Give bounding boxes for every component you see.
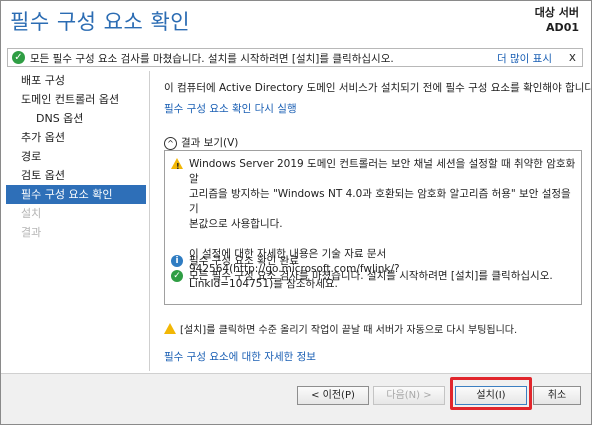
divider [149, 71, 150, 371]
result-line: 모든 필수 구성 요소 검사를 마쳤습니다. 설치를 시작하려면 [설치]를 클… [189, 270, 553, 282]
target-server-name: AD01 [546, 21, 579, 34]
result-line: 본값으로 사용합니다. [189, 218, 283, 230]
show-more-link[interactable]: 더 많이 표시 [497, 51, 552, 66]
chevron-up-icon: ^ [164, 136, 177, 150]
sidebar-item-installation: 설치 [21, 207, 42, 220]
status-notice-bar: ✓ 모든 필수 구성 요소 검사를 마쳤습니다. 설치를 시작하려면 [설치]를… [7, 48, 583, 67]
reboot-warning: [설치]를 클릭하면 수준 올리기 작업이 끝날 때 서버가 자동으로 다시 부… [164, 321, 517, 336]
view-results-label: 결과 보기(V) [181, 137, 239, 149]
warning-icon [164, 323, 176, 334]
warning-icon-mark: ! [176, 162, 180, 171]
reboot-warning-text: [설치]를 클릭하면 수준 올리기 작업이 끝날 때 서버가 자동으로 다시 부… [180, 325, 518, 336]
wizard-window: 필수 구성 요소 확인 대상 서버 AD01 ✓ 모든 필수 구성 요소 검사를… [0, 0, 592, 425]
intro-text: 이 컴퓨터에 Active Directory 도메인 서비스가 설치되기 전에… [164, 82, 592, 94]
sidebar-item-prerequisites-check[interactable]: 필수 구성 요소 확인 [6, 185, 146, 204]
sidebar-item-review-options[interactable]: 검토 옵션 [6, 166, 146, 185]
view-results-toggle[interactable]: ^ 결과 보기(V) [164, 135, 238, 150]
sidebar-item-results: 결과 [21, 226, 42, 239]
cancel-button[interactable]: 취소 [533, 386, 581, 405]
result-line: Windows Server 2019 도메인 컨트롤러는 보안 채널 세션을 … [189, 158, 576, 185]
rerun-prerequisites-link[interactable]: 필수 구성 요소 확인 다시 실행 [164, 101, 297, 116]
result-item-info: i 필수 구성 요소 확인 완료 [171, 254, 299, 269]
success-icon: ✓ [12, 51, 25, 64]
result-item-success: ✓ 모든 필수 구성 요소 검사를 마쳤습니다. 설치를 시작하려면 [설치]를… [171, 269, 553, 284]
wizard-nav: 배포 구성 도메인 컨트롤러 옵션 DNS 옵션 추가 옵션 경로 검토 옵션 … [6, 71, 146, 242]
sidebar-item-deployment-config[interactable]: 배포 구성 [6, 71, 146, 90]
info-icon: i [171, 255, 183, 267]
next-button: 다음(N) > [373, 386, 445, 405]
result-line: 고리즘을 방지하는 "Windows NT 4.0과 호환되는 암호화 알고리즘… [189, 188, 571, 215]
notice-message: 모든 필수 구성 요소 검사를 마쳤습니다. 설치를 시작하려면 [설치]를 클… [30, 53, 394, 65]
results-panel[interactable]: ! Windows Server 2019 도메인 컨트롤러는 보안 채널 세션… [164, 150, 582, 305]
page-title: 필수 구성 요소 확인 [10, 10, 191, 34]
previous-button[interactable]: < 이전(P) [297, 386, 369, 405]
result-line: 필수 구성 요소 확인 완료 [189, 255, 299, 267]
target-server: 대상 서버 AD01 [535, 5, 579, 35]
more-info-link[interactable]: 필수 구성 요소에 대한 자세한 정보 [164, 349, 316, 364]
target-server-label: 대상 서버 [534, 6, 579, 19]
sidebar-item-paths[interactable]: 경로 [6, 147, 146, 166]
close-icon[interactable]: x [569, 50, 576, 64]
result-line [189, 232, 581, 247]
sidebar-item-dc-options[interactable]: 도메인 컨트롤러 옵션 [6, 90, 146, 109]
success-icon: ✓ [171, 270, 183, 282]
install-highlight-box [450, 377, 532, 410]
sidebar-item-dns-options[interactable]: DNS 옵션 [6, 109, 146, 128]
sidebar-item-additional-options[interactable]: 추가 옵션 [6, 128, 146, 147]
